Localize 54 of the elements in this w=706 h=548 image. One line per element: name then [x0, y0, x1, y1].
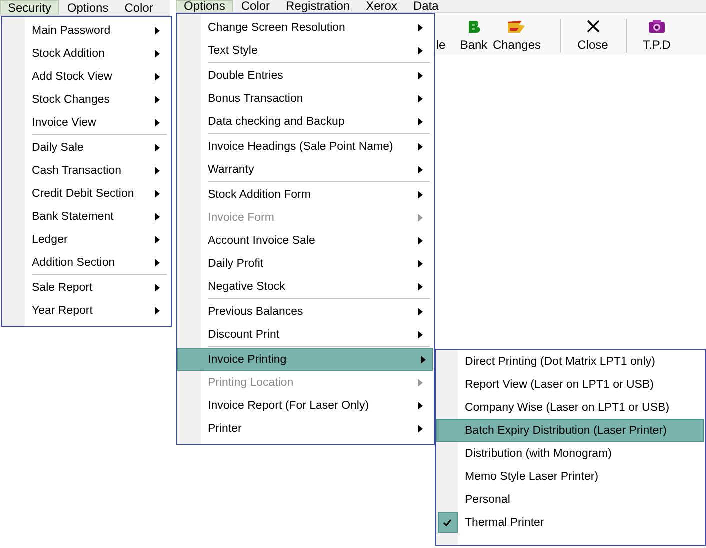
menu-bar-item[interactable]: Xerox	[358, 0, 406, 12]
menu-item[interactable]: Thermal Printer	[436, 511, 701, 534]
menu-item[interactable]: Daily Profit	[177, 252, 430, 275]
menu-item[interactable]: Printer	[177, 417, 430, 440]
toolbar-button[interactable]: Bank	[457, 13, 491, 55]
menu-item[interactable]: Text Style	[177, 39, 430, 62]
close-icon	[586, 20, 600, 33]
menu-item[interactable]: Batch Expiry Distribution (Laser Printer)	[436, 419, 704, 442]
menu-item[interactable]: Add Stock View	[2, 65, 167, 88]
menu-item[interactable]: Invoice Printing	[177, 348, 433, 371]
menu-bar-item[interactable]: Data	[405, 0, 447, 12]
menu-item[interactable]: Report View (Laser on LPT1 or USB)	[436, 373, 701, 396]
menu-item[interactable]: Stock Addition Form	[177, 183, 430, 206]
menu-item[interactable]: Previous Balances	[177, 300, 430, 323]
menu-item[interactable]: Bank Statement	[2, 205, 167, 228]
toolbar-button-label[interactable]: le	[436, 13, 446, 55]
menu-bar-item[interactable]: Security	[0, 0, 60, 15]
menu-item[interactable]: Cash Transaction	[2, 159, 167, 182]
menu-item[interactable]: Invoice View	[2, 111, 167, 134]
menu-item[interactable]: Addition Section	[2, 251, 167, 274]
toolbar-button[interactable]: Close	[573, 13, 613, 55]
menu-item[interactable]: Account Invoice Sale	[177, 229, 430, 252]
menu-item[interactable]: Bonus Transaction	[177, 87, 430, 110]
menu-bar-item[interactable]: Options	[59, 0, 117, 15]
menu-item[interactable]: Main Password	[2, 19, 167, 42]
bank-icon	[467, 20, 481, 34]
flag-icon	[507, 20, 527, 34]
menu-item[interactable]: Direct Printing (Dot Matrix LPT1 only)	[436, 350, 701, 373]
menu-item[interactable]: Company Wise (Laser on LPT1 or USB)	[436, 396, 701, 419]
menu-item[interactable]: Data checking and Backup	[177, 110, 430, 133]
menu-item[interactable]: Distribution (with Monogram)	[436, 442, 701, 465]
menu-item[interactable]: Double Entries	[177, 64, 430, 87]
camera-icon	[648, 19, 666, 34]
menu-item[interactable]: Stock Addition	[2, 42, 167, 65]
menu-item[interactable]: Personal	[436, 488, 701, 511]
menu-bar-item[interactable]: Color	[233, 0, 278, 12]
menu-item[interactable]: Stock Changes	[2, 88, 167, 111]
menu-item[interactable]: Invoice Headings (Sale Point Name)	[177, 135, 430, 158]
menu-bar-item[interactable]: Color	[116, 0, 162, 15]
menu-item[interactable]: Discount Print	[177, 323, 430, 346]
menu-item[interactable]: Change Screen Resolution	[177, 16, 430, 39]
toolbar-button[interactable]: Changes	[491, 13, 543, 55]
menu-item[interactable]: Invoice Report (For Laser Only)	[177, 394, 430, 417]
toolbar-button[interactable]: T.P.D	[636, 13, 678, 55]
menu-item[interactable]: Sale Report	[2, 276, 167, 299]
menu-item[interactable]: Daily Sale	[2, 136, 167, 159]
menu-item[interactable]: Credit Debit Section	[2, 182, 167, 205]
menu-item[interactable]: Negative Stock	[177, 275, 430, 298]
menu-item[interactable]: Year Report	[2, 299, 167, 322]
menu-bar-item[interactable]: Registration	[278, 0, 358, 12]
menu-bar-item[interactable]: Options	[176, 0, 234, 12]
menu-item[interactable]: Warranty	[177, 158, 430, 181]
menu-item[interactable]: Memo Style Laser Printer)	[436, 465, 701, 488]
menu-item[interactable]: Ledger	[2, 228, 167, 251]
